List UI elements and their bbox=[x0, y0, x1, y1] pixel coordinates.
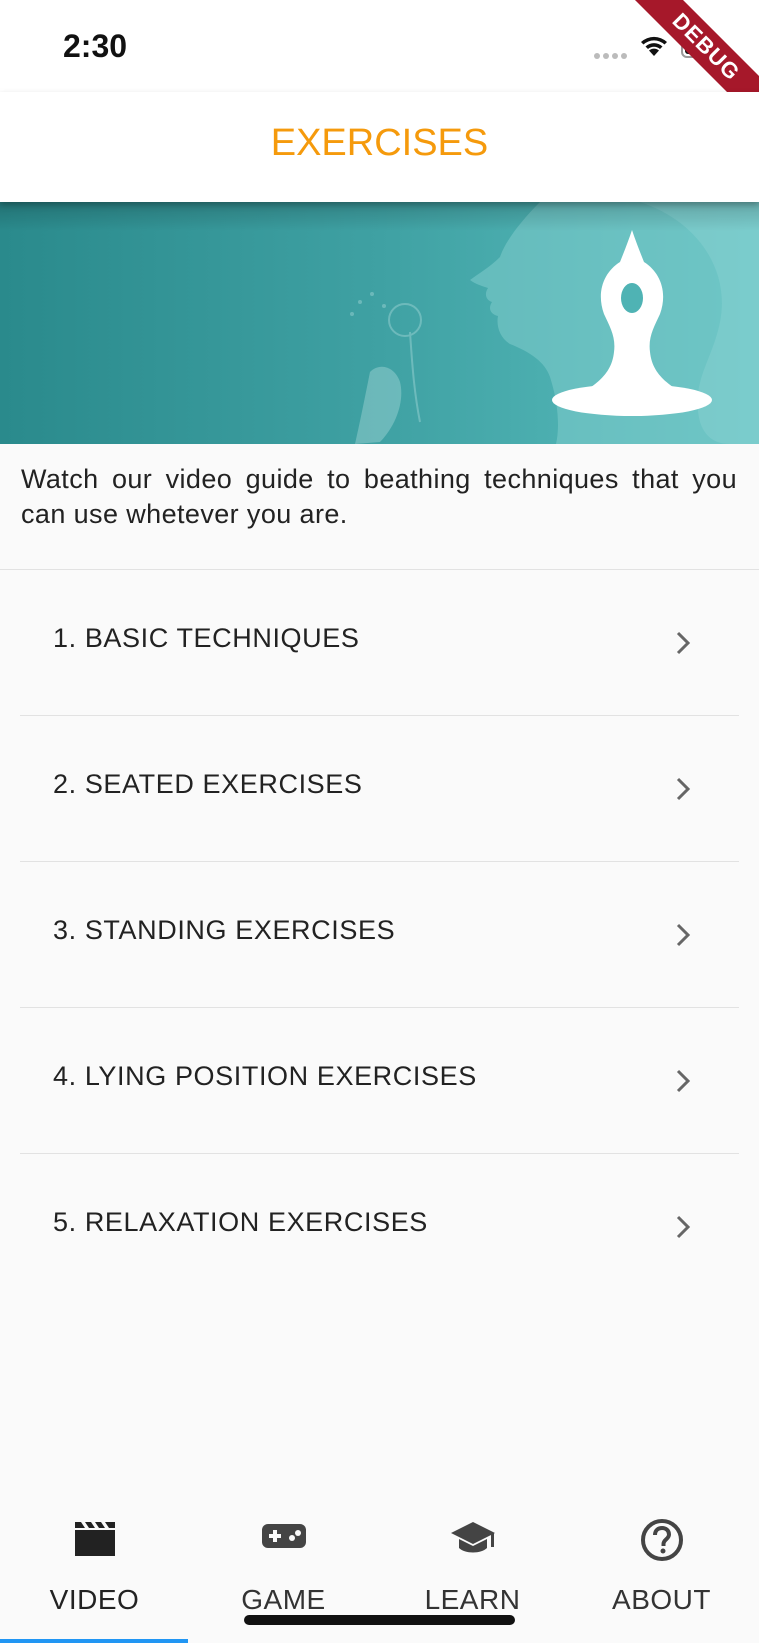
list-item-label: 4. LYING POSITION EXERCISES bbox=[53, 1061, 477, 1091]
list-item-lying-position-exercises[interactable]: 4. LYING POSITION EXERCISES bbox=[20, 1008, 739, 1154]
active-tab-indicator bbox=[0, 1639, 188, 1643]
list-item-label: 3. STANDING EXERCISES bbox=[53, 915, 396, 945]
list-item-basic-techniques[interactable]: 1. BASIC TECHNIQUES bbox=[20, 570, 739, 716]
list-item-label: 2. SEATED EXERCISES bbox=[53, 769, 363, 799]
page-title: EXERCISES bbox=[270, 122, 489, 164]
cellular-signal-icon bbox=[594, 53, 627, 59]
list-item-label: 1. BASIC TECHNIQUES bbox=[53, 623, 360, 653]
list-item-standing-exercises[interactable]: 3. STANDING EXERCISES bbox=[20, 862, 739, 1008]
intro-text: Watch our video guide to beathing techni… bbox=[21, 464, 737, 529]
home-indicator[interactable] bbox=[244, 1615, 515, 1625]
chevron-right-icon bbox=[676, 923, 691, 947]
tab-video[interactable]: VIDEO bbox=[0, 1500, 189, 1643]
help-circle-icon bbox=[640, 1519, 683, 1561]
exercise-list: 1. BASIC TECHNIQUES 2. SEATED EXERCISES … bbox=[0, 570, 759, 1300]
status-time: 2:30 bbox=[63, 28, 128, 64]
graduation-cap-icon bbox=[450, 1522, 495, 1553]
list-item-seated-exercises[interactable]: 2. SEATED EXERCISES bbox=[20, 716, 739, 862]
tab-label: GAME bbox=[241, 1584, 326, 1615]
chevron-right-icon bbox=[676, 1069, 691, 1093]
hero-banner-image bbox=[0, 202, 759, 444]
list-item-relaxation-exercises[interactable]: 5. RELAXATION EXERCISES bbox=[20, 1154, 739, 1300]
tab-label: LEARN bbox=[424, 1584, 521, 1615]
gamepad-icon bbox=[261, 1524, 306, 1548]
tab-label: ABOUT bbox=[612, 1584, 711, 1615]
movie-clapper-icon bbox=[74, 1522, 115, 1556]
chevron-right-icon bbox=[676, 1215, 691, 1239]
chevron-right-icon bbox=[676, 777, 691, 801]
chevron-right-icon bbox=[676, 631, 691, 655]
tab-label: VIDEO bbox=[49, 1584, 140, 1615]
list-item-label: 5. RELAXATION EXERCISES bbox=[53, 1207, 428, 1237]
tab-about[interactable]: ABOUT bbox=[567, 1500, 756, 1643]
app-bar: EXERCISES bbox=[0, 92, 759, 202]
